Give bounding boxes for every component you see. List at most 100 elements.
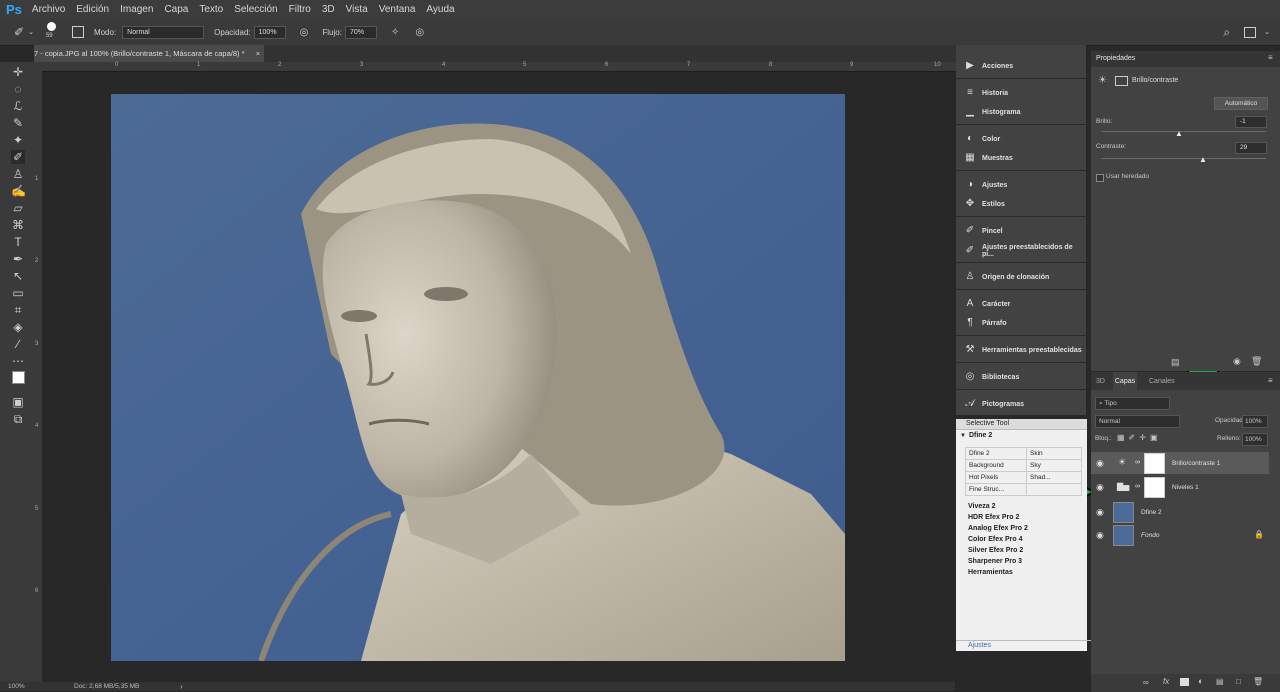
contrast-slider-handle[interactable]: ▲ [1199, 155, 1207, 164]
contrast-slider-track[interactable] [1101, 158, 1266, 159]
dock-item-pictogramas[interactable]: 𝒜 Pictogramas [964, 398, 1024, 410]
tool-presets-icon: ⚒ [965, 344, 975, 355]
table-cell[interactable]: Skin [1026, 447, 1082, 460]
chevron-right-icon[interactable]: › [180, 682, 183, 691]
layer-name: Fondo [1141, 532, 1160, 539]
dock-item-ajustes-preestablecidos[interactable]: ✐ Ajustes preestablecidos de pi... [964, 244, 1086, 258]
dock-label: Bibliotecas [982, 373, 1020, 381]
auto-button[interactable]: Automático [1214, 97, 1268, 110]
table-cell[interactable]: Dfine 2 [965, 447, 1027, 460]
table-cell[interactable]: Background [965, 459, 1027, 472]
dock-label: Muestras [982, 154, 1013, 162]
tab-3d[interactable]: 3D [1096, 378, 1105, 385]
layer-mask-thumbnail[interactable] [1144, 477, 1165, 498]
doc-size: Doc: 2,68 MB/5,35 MB [74, 683, 140, 690]
section-herramientas[interactable]: Herramientas [956, 567, 1087, 578]
dock-item-origen-clonacion[interactable]: ♙ Origen de clonación [964, 271, 1050, 283]
status-bar: 100% Doc: 2,68 MB/5,35 MB › [0, 682, 955, 691]
adjustment-name: Brillo/contraste [1132, 77, 1179, 84]
fill-field[interactable]: 100% [1242, 433, 1268, 446]
dock-item-herramientas-preestablecidas[interactable]: ⚒ Herramientas preestablecidas [964, 344, 1082, 356]
brightness-slider-handle[interactable]: ▲ [1175, 129, 1183, 138]
legacy-checkbox[interactable] [1096, 174, 1104, 182]
divider [956, 216, 1086, 217]
dock-item-acciones[interactable]: ▶ Acciones [964, 60, 1013, 72]
brightness-value[interactable]: -1 [1235, 116, 1267, 128]
section-silver-efex[interactable]: Silver Efex Pro 2 [956, 545, 1087, 556]
table-cell[interactable] [1026, 483, 1082, 496]
tab-capas[interactable]: Capas [1113, 372, 1137, 390]
layer-row[interactable]: ◉ ▇▅ ∞ Niveles 1 [1091, 476, 1269, 498]
layer-mask-thumbnail[interactable] [1144, 453, 1165, 474]
brightness-contrast-icon: ☀ [1098, 75, 1107, 86]
layer-filter-select[interactable]: ⌕ Tipo [1095, 397, 1170, 410]
section-sharpener[interactable]: Sharpener Pro 3 [956, 556, 1087, 567]
brightness-contrast-icon: ☀ [1118, 457, 1127, 467]
dock-item-ajustes[interactable]: ◑ Ajustes [964, 179, 1007, 191]
paragraph-icon: ¶ [967, 317, 973, 328]
histogram-icon: ▁ [966, 106, 974, 117]
section-hdr-efex[interactable]: HDR Efex Pro 2 [956, 512, 1087, 523]
fx-icon[interactable]: fx [1163, 677, 1169, 686]
tab-canales[interactable]: Canales [1149, 378, 1175, 385]
levels-icon: ▇▅ [1117, 482, 1130, 491]
clip-layer-icon[interactable]: ▤ [1171, 357, 1180, 368]
table-cell[interactable]: Shad... [1026, 471, 1082, 484]
dock-label: Origen de clonación [982, 273, 1050, 281]
divider [956, 335, 1086, 336]
legacy-label: Usar heredado [1106, 173, 1149, 180]
section-viveza[interactable]: Viveza 2 [956, 501, 1087, 512]
layer-row[interactable]: ◉ Fondo 🔒 [1091, 524, 1269, 546]
link-icon[interactable]: ∞ [1135, 459, 1140, 466]
add-mask-icon[interactable] [1180, 678, 1189, 686]
ajustes-link[interactable]: Ajustes [956, 640, 1099, 651]
section-label: Viveza 2 [968, 503, 996, 510]
mask-icon[interactable] [1115, 76, 1128, 86]
panel-menu-icon[interactable]: ≡ [1268, 53, 1273, 62]
eye-icon[interactable]: ◉ [1233, 356, 1241, 367]
layer-opacity-field[interactable]: 100% [1242, 415, 1268, 428]
trash-icon[interactable]: 🗑 [1251, 356, 1262, 367]
panel-menu-icon[interactable]: ≡ [1268, 376, 1273, 385]
dock-item-color[interactable]: ◐ Color [964, 133, 1000, 145]
divider [956, 362, 1086, 363]
divider [956, 170, 1086, 171]
new-layer-icon[interactable]: □ [1236, 677, 1241, 686]
layer-row[interactable]: ◉ ☀ ∞ Brillo/contraste 1 [1091, 452, 1269, 474]
section-color-efex[interactable]: Color Efex Pro 4 [956, 534, 1087, 545]
layer-row[interactable]: ◉ Dfine 2 [1091, 501, 1269, 523]
dock-item-bibliotecas[interactable]: ◎ Bibliotecas [964, 371, 1020, 383]
contrast-value[interactable]: 29 [1235, 142, 1267, 154]
blend-mode-select[interactable]: Normal [1095, 415, 1180, 428]
table-cell[interactable]: Sky [1026, 459, 1082, 472]
table-cell[interactable]: Fine Struc... [965, 483, 1027, 496]
section-dfine[interactable]: ▼ Dfine 2 [956, 430, 1087, 441]
dock-item-estilos[interactable]: ✥ Estilos [964, 198, 1005, 210]
lock-icons[interactable]: ▦✐✛▣ [1117, 433, 1162, 442]
section-analog-efex[interactable]: Analog Efex Pro 2 [956, 523, 1087, 534]
dock-item-pincel[interactable]: ✐ Pincel [964, 225, 1003, 237]
play-icon: ▶ [966, 60, 974, 71]
section-label: Silver Efex Pro 2 [968, 547, 1024, 554]
selective-tool-panel: Selective Tool ▼ Dfine 2 Dfine 2 Skin Back… [956, 419, 1099, 651]
eye-icon[interactable]: ◉ [1096, 530, 1104, 541]
eye-icon[interactable]: ◉ [1096, 507, 1104, 518]
link-icon[interactable]: ∞ [1135, 483, 1140, 490]
eye-icon[interactable]: ◉ [1096, 482, 1104, 493]
dock-item-muestras[interactable]: ▦ Muestras [964, 152, 1013, 164]
brightness-slider-track[interactable] [1101, 131, 1266, 132]
dock-item-caracter[interactable]: A Carácter [964, 298, 1011, 310]
layer-filter-value: Tipo [1104, 400, 1117, 407]
dock-item-historia[interactable]: ≡ Historia [964, 87, 1008, 99]
link-layers-icon[interactable]: ∞ [1143, 678, 1149, 687]
dock-item-parrafo[interactable]: ¶ Párrafo [964, 317, 1006, 329]
eye-icon[interactable]: ◉ [1096, 458, 1104, 469]
properties-footer: ▤ ◉ 🗑 [1091, 353, 1280, 371]
dock-item-histograma[interactable]: ▁ Histograma [964, 106, 1020, 118]
history-icon: ≡ [967, 87, 973, 98]
zoom-level[interactable]: 100% [8, 683, 25, 690]
table-cell[interactable]: Hot Pixels [965, 471, 1027, 484]
trash-icon[interactable]: 🗑 [1253, 677, 1263, 686]
folder-icon[interactable]: ▤ [1216, 677, 1224, 686]
adjustment-layer-icon[interactable]: ◐ [1198, 676, 1203, 686]
